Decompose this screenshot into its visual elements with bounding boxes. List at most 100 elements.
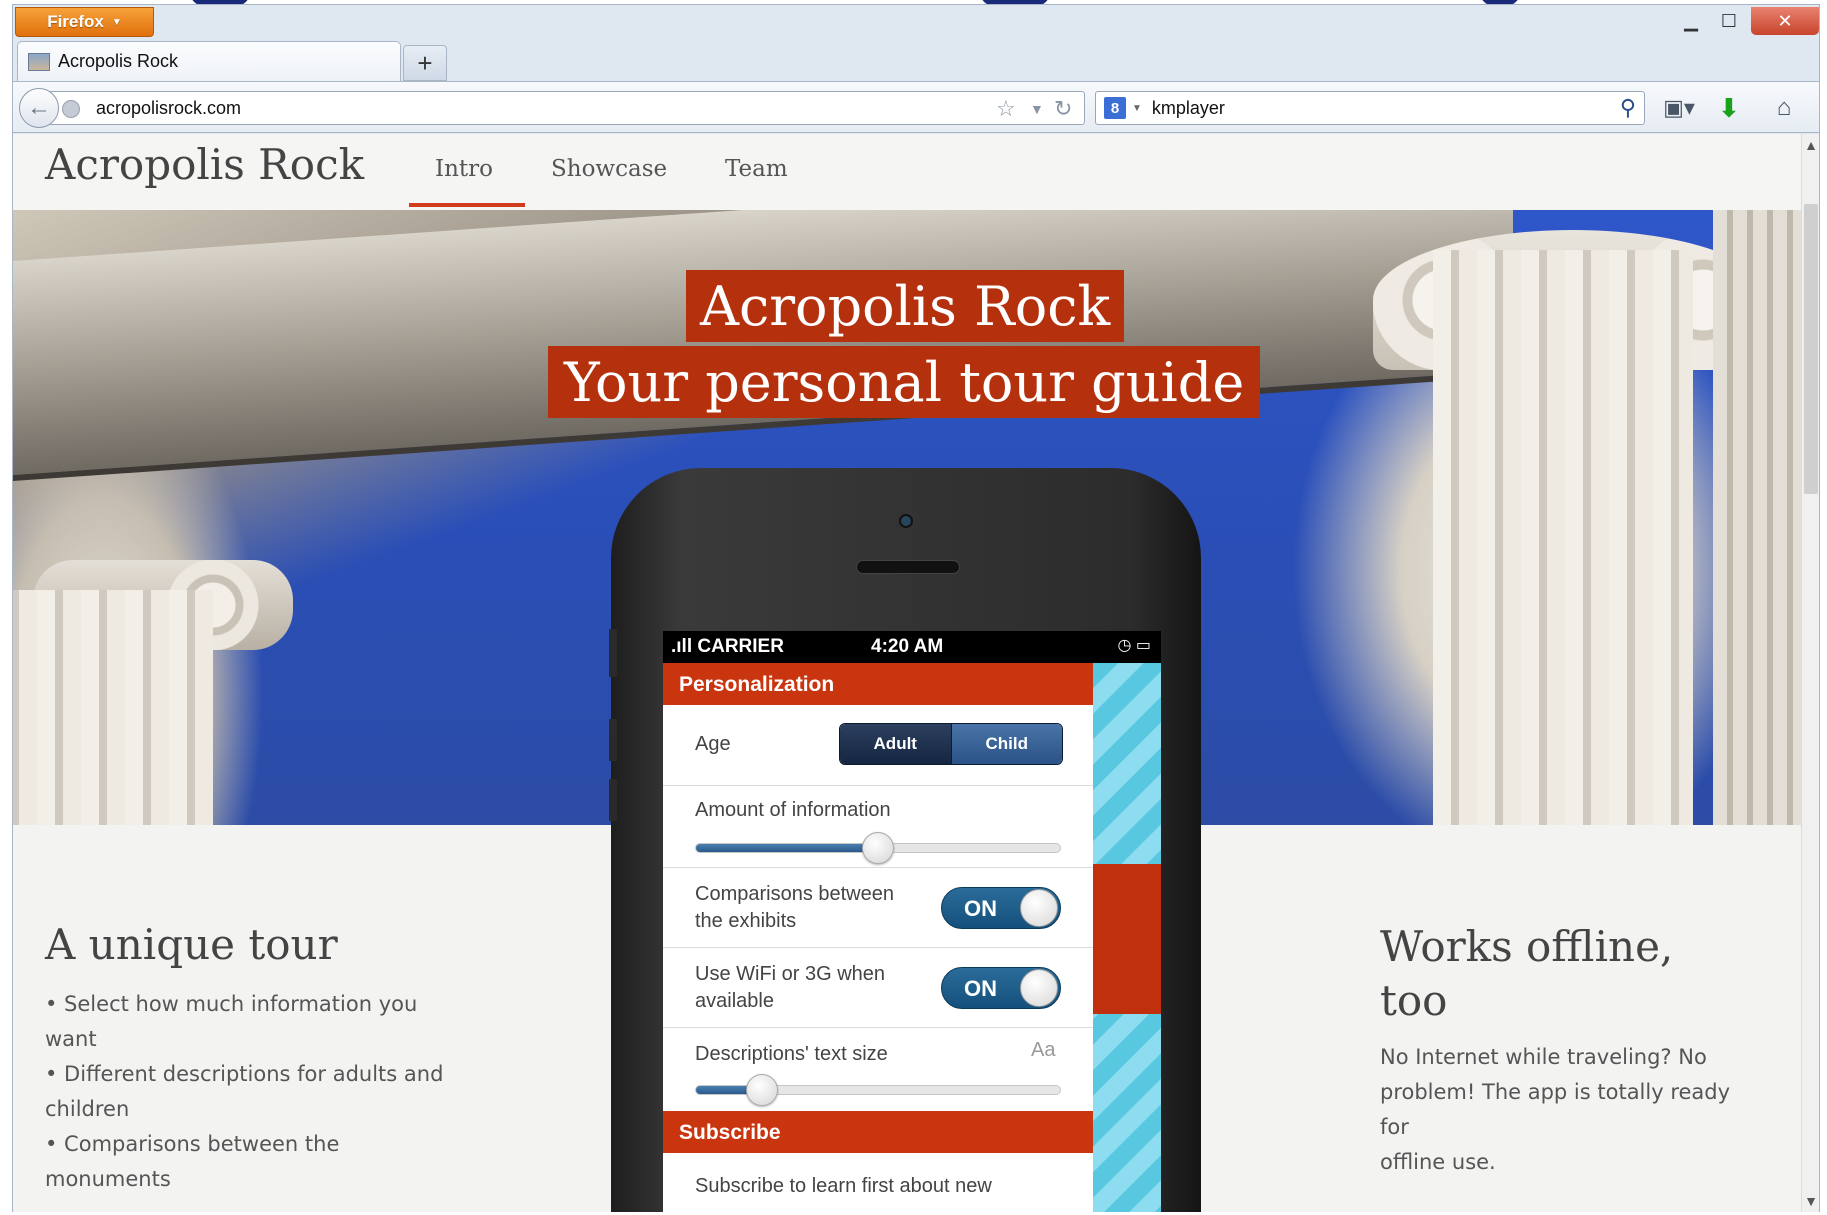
scrollbar-thumb[interactable] <box>1804 204 1818 494</box>
bookmark-star-icon[interactable]: ☆ <box>996 96 1016 122</box>
nav-tab-team[interactable]: Team <box>725 156 788 182</box>
camera-icon <box>899 514 913 528</box>
age-option-child[interactable]: Child <box>950 724 1062 764</box>
comparisons-toggle[interactable]: ON <box>941 887 1061 929</box>
phone-screen: .ıll CARRIER 4:20 AM ◷ ▭ Personalization… <box>663 631 1161 1212</box>
body-line: offline use. <box>1380 1150 1496 1174</box>
label-line: Comparisons between <box>695 883 894 905</box>
row-divider <box>663 1027 1093 1028</box>
back-button[interactable]: ← <box>19 88 59 128</box>
row-divider <box>663 785 1093 786</box>
body-line: problem! The app is totally ready for <box>1380 1080 1731 1139</box>
slider-knob[interactable] <box>862 832 894 864</box>
phone-side-button <box>609 719 617 761</box>
history-dropdown-icon[interactable]: ▼ <box>1030 101 1044 117</box>
firefox-menu-label: Firefox <box>47 12 104 31</box>
site-header: Acropolis Rock Intro Showcase Team <box>13 134 1801 210</box>
slider-fill <box>696 844 878 852</box>
label-line: Use WiFi or 3G when <box>695 963 886 985</box>
heading-line: too <box>1380 976 1448 1025</box>
personalization-header: Personalization <box>663 663 1093 705</box>
label-line: the exhibits <box>695 910 797 932</box>
text-size-label: Descriptions' text size <box>695 1043 888 1065</box>
speaker-grille <box>856 560 960 574</box>
feature-line: want <box>45 1027 97 1051</box>
hero-subtitle: Your personal tour guide <box>548 346 1261 418</box>
favicon-icon <box>28 52 50 71</box>
site-identity-icon[interactable] <box>62 100 80 118</box>
bookmarks-menu-button[interactable]: ▣▾ <box>1657 94 1701 122</box>
search-input[interactable]: kmplayer <box>1152 98 1225 119</box>
browser-window: Firefox ▼ ▁ ☐ ✕ Acropolis Rock + acropol… <box>12 4 1820 1212</box>
url-text: acropolisrock.com <box>96 97 242 118</box>
phone-side-button <box>609 629 617 677</box>
feature-line: monuments <box>45 1167 171 1191</box>
carrier-label: .ıll CARRIER <box>671 636 784 657</box>
download-arrow-icon[interactable]: ⬇ <box>1713 92 1745 124</box>
row-divider <box>663 867 1093 868</box>
minimize-button[interactable]: ▁ <box>1673 7 1709 35</box>
wifi-label: Use WiFi or 3G when available <box>695 961 885 1015</box>
text-size-slider[interactable] <box>695 1074 1061 1106</box>
amount-label: Amount of information <box>695 799 891 821</box>
phone-side-button <box>609 779 617 821</box>
vertical-scrollbar[interactable]: ▲ ▼ <box>1801 134 1819 1212</box>
subscribe-text: Subscribe to learn first about new <box>695 1175 992 1197</box>
wifi-toggle[interactable]: ON <box>941 967 1061 1009</box>
comparisons-label: Comparisons between the exhibits <box>695 881 894 935</box>
toggle-state: ON <box>964 896 997 921</box>
section-heading: Works offline, too <box>1380 920 1760 1028</box>
phone-status-bar: .ıll CARRIER 4:20 AM ◷ ▭ <box>663 631 1161 663</box>
body-line: No Internet while traveling? No <box>1380 1045 1707 1069</box>
marble-column <box>1713 210 1801 825</box>
amount-slider[interactable] <box>695 832 1061 864</box>
text-size-icon: Aa <box>1031 1039 1056 1061</box>
toggle-state: ON <box>964 976 997 1001</box>
scroll-up-icon[interactable]: ▲ <box>1802 134 1820 156</box>
active-tab-indicator <box>409 203 525 207</box>
scroll-down-icon[interactable]: ▼ <box>1802 1190 1820 1212</box>
age-segmented-control[interactable]: Adult Child <box>839 723 1063 765</box>
age-option-adult[interactable]: Adult <box>840 724 951 764</box>
marble-column <box>13 590 213 825</box>
home-icon[interactable]: ⌂ <box>1767 92 1801 124</box>
nav-tab-showcase[interactable]: Showcase <box>551 156 667 182</box>
slider-knob[interactable] <box>746 1074 778 1106</box>
section-heading: A unique tour <box>45 920 338 969</box>
feature-line: • Different descriptions for adults and <box>45 1062 444 1086</box>
browser-tab[interactable]: Acropolis Rock <box>17 41 401 81</box>
arrow-left-icon: ← <box>27 94 51 121</box>
row-divider <box>663 947 1093 948</box>
toggle-knob <box>1020 969 1058 1007</box>
new-tab-button[interactable]: + <box>403 45 447 81</box>
chevron-down-icon: ▼ <box>111 16 122 28</box>
search-icon[interactable]: ⚲ <box>1620 95 1636 121</box>
url-bar[interactable]: acropolisrock.com ☆ ▼ ↻ <box>49 91 1085 125</box>
clock-label: 4:20 AM <box>871 636 944 657</box>
search-engine-icon[interactable]: 8 <box>1104 97 1126 119</box>
feature-line: • Select how much information you <box>45 992 418 1016</box>
navigation-toolbar: acropolisrock.com ☆ ▼ ↻ ← 8 ▼ kmplayer ⚲… <box>13 81 1819 133</box>
tab-title: Acropolis Rock <box>58 51 179 71</box>
subscribe-header: Subscribe <box>663 1111 1093 1153</box>
firefox-menu-button[interactable]: Firefox ▼ <box>15 7 154 37</box>
feature-unique-tour: A unique tour • Select how much informat… <box>45 920 455 1197</box>
page-viewport: Acropolis Rock Intro Showcase Team Acrop… <box>13 134 1801 1212</box>
feature-line: children <box>45 1097 130 1121</box>
close-window-button[interactable]: ✕ <box>1751 7 1819 35</box>
battery-icon: ◷ ▭ <box>1117 637 1151 654</box>
chevron-down-icon: ▼ <box>1132 102 1142 114</box>
feature-offline: Works offline, too No Internet while tra… <box>1380 920 1760 1180</box>
section-body: No Internet while traveling? No problem!… <box>1380 1040 1760 1180</box>
settings-screen: Personalization Age Adult Child Amount o… <box>663 663 1093 1212</box>
search-bar[interactable]: 8 ▼ kmplayer ⚲ <box>1095 91 1645 125</box>
reload-icon[interactable]: ↻ <box>1054 96 1072 122</box>
site-logo[interactable]: Acropolis Rock <box>45 140 364 189</box>
toggle-knob <box>1020 889 1058 927</box>
feature-line: • Comparisons between the <box>45 1132 340 1156</box>
hero-title: Acropolis Rock <box>686 270 1125 342</box>
label-line: available <box>695 990 774 1012</box>
marble-column <box>1433 250 1693 825</box>
maximize-button[interactable]: ☐ <box>1711 7 1747 35</box>
nav-tab-intro[interactable]: Intro <box>435 156 493 182</box>
